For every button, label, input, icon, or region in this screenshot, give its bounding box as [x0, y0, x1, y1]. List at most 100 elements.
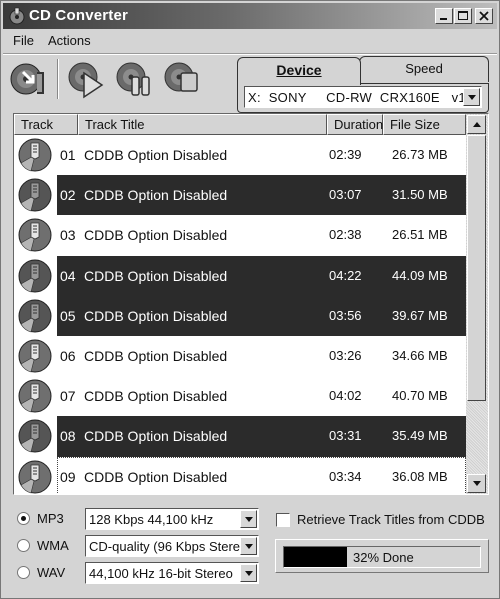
progress-bar: 32% Done: [283, 546, 481, 568]
track-title: CDDB Option Disabled: [84, 388, 228, 405]
column-header-file-size[interactable]: File Size: [383, 114, 466, 135]
rip-button[interactable]: [9, 59, 49, 99]
cd-track-icon: [18, 138, 52, 172]
track-row[interactable]: 03 CDDB Option Disabled 02:38 26.51 MB: [14, 215, 466, 255]
list-header: Track Track Title Duration File Size: [14, 114, 466, 135]
format-mp3-label: MP3: [37, 511, 64, 526]
track-row[interactable]: 01 CDDB Option Disabled 02:39 26.73 MB: [14, 135, 466, 175]
mp3-quality-select[interactable]: 128 Kbps 44,100 kHz: [85, 508, 259, 530]
track-file-size: 31.50 MB: [392, 187, 448, 203]
wma-quality-value: CD-quality (96 Kbps Stereo: [89, 539, 248, 554]
track-file-size: 40.70 MB: [392, 388, 448, 404]
track-file-size: 34.66 MB: [392, 347, 448, 363]
track-file-size: 35.49 MB: [392, 428, 448, 444]
track-duration: 03:07: [329, 187, 362, 203]
column-header-duration[interactable]: Duration: [327, 114, 383, 135]
play-button[interactable]: [67, 59, 107, 99]
toolbar-separator: [57, 59, 59, 99]
track-duration: 03:31: [329, 428, 362, 444]
format-wma-radio[interactable]: [17, 539, 30, 552]
maximize-button[interactable]: [454, 8, 472, 24]
vertical-scrollbar[interactable]: [466, 114, 488, 494]
cd-track-icon: [18, 259, 52, 293]
mp3-quality-dropdown-button[interactable]: [240, 510, 257, 528]
stop-button[interactable]: [163, 59, 203, 99]
track-file-size: 26.51 MB: [392, 227, 448, 243]
track-number: 02: [60, 187, 76, 204]
track-title: CDDB Option Disabled: [84, 267, 228, 284]
track-row[interactable]: 02 CDDB Option Disabled 03:07 31.50 MB: [14, 175, 466, 216]
track-file-size: 26.73 MB: [392, 147, 448, 162]
maximize-icon: [458, 11, 468, 20]
device-tab-panel: X: SONY CD-RW CRX160E v1: [237, 83, 489, 113]
cd-track-icon: [18, 339, 52, 373]
progress-fill: [284, 547, 347, 567]
cddb-checkbox[interactable]: [276, 513, 290, 527]
cd-track-icon: [18, 419, 52, 453]
track-title: CDDB Option Disabled: [84, 468, 228, 485]
track-duration: 02:38: [329, 227, 362, 243]
tab-device-label: Device: [276, 62, 322, 78]
app-icon: [9, 7, 25, 25]
track-row[interactable]: 06 CDDB Option Disabled 03:26 34.66 MB: [14, 336, 466, 376]
wma-quality-dropdown-button[interactable]: [240, 537, 257, 555]
column-header-track[interactable]: Track: [14, 114, 78, 135]
cddb-checkbox-label[interactable]: Retrieve Track Titles from CDDB: [297, 512, 485, 527]
scroll-down-button[interactable]: [467, 474, 486, 493]
wma-quality-select[interactable]: CD-quality (96 Kbps Stereo: [85, 535, 259, 557]
track-file-size: 39.67 MB: [392, 307, 448, 323]
minimize-button[interactable]: [435, 8, 453, 24]
track-file-size: 36.08 MB: [392, 468, 448, 484]
track-duration: 03:56: [329, 307, 362, 323]
track-number: 07: [60, 388, 76, 405]
track-number: 03: [60, 227, 76, 244]
track-number: 09: [60, 468, 76, 485]
track-file-size: 44.09 MB: [392, 267, 448, 283]
format-wma-label: WMA: [37, 538, 69, 553]
cd-pause-icon: [116, 62, 150, 96]
progress-label: 32% Done: [353, 550, 414, 565]
track-duration: 03:26: [329, 347, 362, 363]
track-title: CDDB Option Disabled: [84, 147, 228, 163]
track-row[interactable]: 09 CDDB Option Disabled 03:34 36.08 MB: [14, 456, 466, 494]
close-button[interactable]: [475, 8, 493, 24]
track-title: CDDB Option Disabled: [84, 187, 228, 204]
track-row[interactable]: 05 CDDB Option Disabled 03:56 39.67 MB: [14, 295, 466, 336]
track-duration: 04:02: [329, 388, 362, 404]
wav-quality-dropdown-button[interactable]: [240, 564, 257, 582]
scroll-thumb[interactable]: [467, 135, 486, 401]
track-duration: 04:22: [329, 267, 362, 283]
track-row[interactable]: 08 CDDB Option Disabled 03:31 35.49 MB: [14, 416, 466, 457]
cd-play-icon: [68, 62, 104, 99]
track-title: CDDB Option Disabled: [84, 347, 228, 364]
menu-file[interactable]: File: [13, 33, 34, 48]
wav-quality-value: 44,100 kHz 16-bit Stereo: [89, 566, 233, 581]
cd-track-icon: [18, 460, 52, 493]
device-dropdown-button[interactable]: [463, 88, 480, 106]
progress-panel: 32% Done: [275, 539, 489, 573]
cd-track-icon: [18, 299, 52, 333]
device-select[interactable]: X: SONY CD-RW CRX160E v1: [244, 86, 482, 108]
tab-speed-label: Speed: [405, 61, 443, 76]
track-row[interactable]: 04 CDDB Option Disabled 04:22 44.09 MB: [14, 255, 466, 296]
minimize-icon: [440, 18, 447, 20]
menu-actions[interactable]: Actions: [48, 33, 91, 48]
track-row[interactable]: 07 CDDB Option Disabled 04:02 40.70 MB: [14, 376, 466, 416]
pause-button[interactable]: [115, 59, 155, 99]
tab-speed[interactable]: Speed: [359, 56, 489, 82]
wav-quality-select[interactable]: 44,100 kHz 16-bit Stereo: [85, 562, 259, 584]
track-title: CDDB Option Disabled: [84, 227, 228, 244]
format-mp3-radio[interactable]: [17, 512, 30, 525]
menu-divider: [3, 53, 497, 55]
scroll-up-button[interactable]: [467, 115, 486, 134]
track-number: 04: [60, 267, 76, 284]
cd-stop-icon: [164, 62, 198, 92]
title-bar[interactable]: CD Converter: [3, 3, 497, 29]
cd-track-icon: [18, 379, 52, 413]
format-wav-radio[interactable]: [17, 566, 30, 579]
track-number: 05: [60, 307, 76, 324]
track-title: CDDB Option Disabled: [84, 307, 228, 324]
track-list[interactable]: Track Track Title Duration File Size 01 …: [13, 113, 489, 495]
column-header-title[interactable]: Track Title: [78, 114, 327, 135]
tab-device[interactable]: Device: [237, 57, 361, 85]
